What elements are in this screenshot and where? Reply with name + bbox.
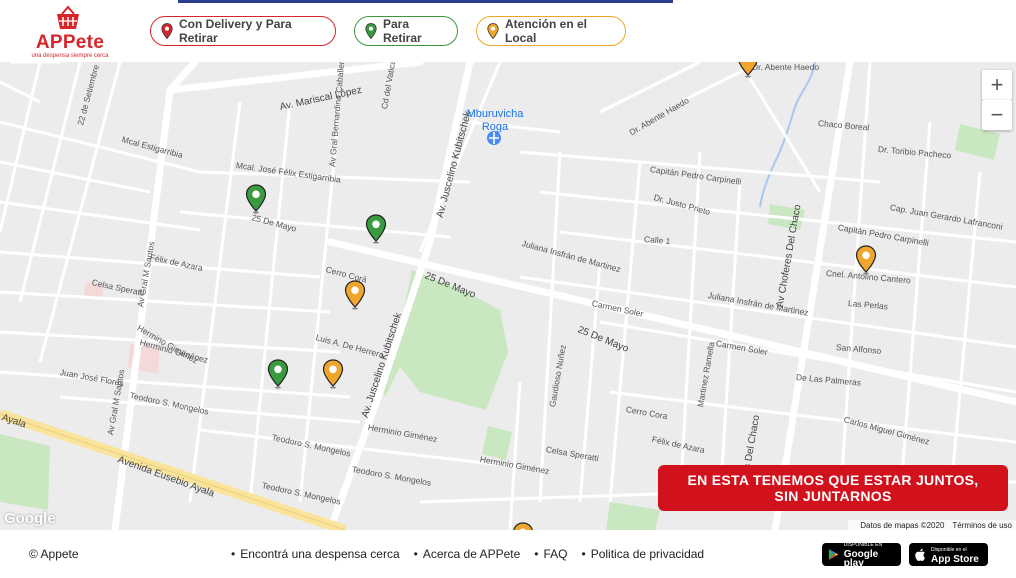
logo-tagline: una despensa siempre cerca bbox=[31, 53, 109, 59]
apple-icon bbox=[915, 548, 925, 561]
header-stripe bbox=[178, 0, 673, 3]
filter-local-label: Atención en el Local bbox=[505, 17, 588, 45]
store-pin-green[interactable] bbox=[267, 359, 289, 389]
basket-icon bbox=[57, 5, 79, 29]
appete-logo[interactable]: APPete una despensa siempre cerca bbox=[28, 4, 112, 60]
map-data-credit: Datos de mapas ©2020 bbox=[860, 521, 945, 530]
copyright: © Appete bbox=[29, 547, 79, 561]
store-pin-orange[interactable] bbox=[512, 522, 534, 530]
store-pin-orange[interactable] bbox=[344, 280, 366, 310]
filter-delivery-label: Con Delivery y Para Retirar bbox=[179, 17, 292, 45]
google-play-text: Google play bbox=[843, 549, 879, 569]
red-pin-icon bbox=[161, 23, 173, 39]
footer-link-privacy[interactable]: Politica de privacidad bbox=[581, 547, 704, 561]
store-pin-orange[interactable] bbox=[737, 62, 759, 78]
footer-link-faq[interactable]: FAQ bbox=[534, 547, 567, 561]
terms-link[interactable]: Términos de uso bbox=[952, 521, 1012, 530]
banner-line-2: SIN JUNTARNOS bbox=[774, 488, 892, 504]
store-pin-green[interactable] bbox=[245, 184, 267, 214]
google-logo[interactable]: Google bbox=[4, 510, 56, 527]
app-store-text: App Store bbox=[931, 553, 979, 565]
footer: © Appete Encontrá una despensa cerca Ace… bbox=[0, 530, 1016, 578]
banner-line-1: EN ESTA TENEMOS QUE ESTAR JUNTOS, bbox=[687, 472, 979, 488]
app-store-badge[interactable]: Disponible en el App Store bbox=[909, 543, 988, 566]
stay-home-banner: EN ESTA TENEMOS QUE ESTAR JUNTOS, SIN JU… bbox=[658, 465, 1008, 511]
filter-pickup-label: Para Retirar bbox=[383, 17, 422, 45]
footer-link-find-store[interactable]: Encontrá una despensa cerca bbox=[231, 547, 399, 561]
store-pin-green[interactable] bbox=[365, 214, 387, 244]
filter-pickup-button[interactable]: Para Retirar bbox=[354, 16, 458, 46]
logo-wordmark: APPete bbox=[35, 32, 105, 53]
zoom-in-button[interactable]: + bbox=[982, 70, 1012, 100]
filter-local-button[interactable]: Atención en el Local bbox=[476, 16, 626, 46]
map-attribution: Datos de mapas ©2020 Términos de uso bbox=[848, 520, 1016, 530]
store-pin-orange[interactable] bbox=[855, 245, 877, 275]
google-play-badge[interactable]: DISPONIBLE EN Google play bbox=[822, 542, 901, 569]
store-pin-orange[interactable] bbox=[322, 359, 344, 389]
google-play-icon bbox=[828, 549, 839, 560]
poi-label[interactable]: Mburuvicha Roga bbox=[460, 108, 530, 134]
orange-pin-icon bbox=[487, 23, 499, 39]
footer-links: Encontrá una despensa cerca Acerca de AP… bbox=[231, 547, 704, 561]
header: APPete una despensa siempre cerca Con De… bbox=[0, 0, 1016, 62]
footer-link-about[interactable]: Acerca de APPete bbox=[414, 547, 520, 561]
map-view[interactable]: Av. Mariscal López Av. Juscelino Kubitsc… bbox=[0, 62, 1016, 530]
green-pin-icon bbox=[365, 23, 377, 39]
street-label: Dr. Abente Haedo bbox=[752, 62, 820, 72]
filter-delivery-button[interactable]: Con Delivery y Para Retirar bbox=[150, 16, 336, 46]
zoom-out-button[interactable]: − bbox=[982, 100, 1012, 130]
